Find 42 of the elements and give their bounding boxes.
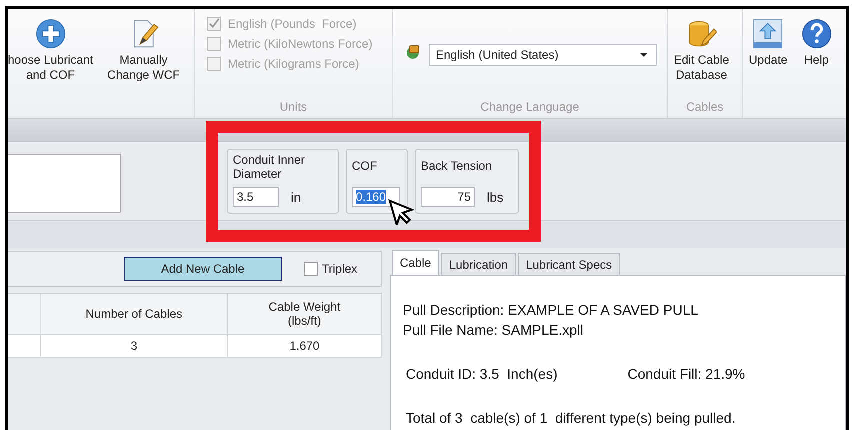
- ribbon-button[interactable]: Manually Change WCF: [101, 15, 186, 93]
- group-label: Change Language: [480, 99, 580, 116]
- language-dropdown[interactable]: English (United States): [429, 44, 657, 66]
- database-pencil-icon: [686, 19, 717, 49]
- table-cell: 1.670: [228, 335, 382, 357]
- parameter-label: COF: [352, 158, 378, 173]
- checkbox-label: English (Pounds Force): [228, 17, 357, 31]
- text-field[interactable]: [8, 154, 121, 213]
- checkbox-label: Metric (KiloNewtons Force): [228, 37, 373, 51]
- help-icon: [802, 19, 832, 49]
- info-text: Pull Description: EXAMPLE OF A SAVED PULL: [403, 301, 700, 320]
- mouse-pointer-icon: [388, 199, 414, 225]
- parameter-label: Conduit Inner Diameter: [233, 153, 306, 181]
- info-text: Conduit ID: 3.5 Inch(es): [406, 365, 558, 384]
- column-header[interactable]: Number of Cables: [40, 294, 228, 334]
- add-new-cable-button[interactable]: Add New Cable: [124, 257, 282, 281]
- tab[interactable]: Cable: [392, 250, 440, 275]
- group-label: Units: [278, 99, 308, 116]
- edit-cable-database-button[interactable]: Edit Cable Database: [668, 15, 736, 93]
- ribbon-button[interactable]: Update: [743, 15, 794, 93]
- dropdown-caret-icon: [640, 53, 648, 57]
- globe-icon: [405, 44, 421, 60]
- ribbon-button[interactable]: Help: [796, 15, 838, 93]
- column-header[interactable]: [8, 294, 41, 334]
- tab[interactable]: Lubrication: [441, 253, 516, 275]
- info-text: Pull File Name: SAMPLE.xpll: [403, 321, 585, 340]
- tab[interactable]: Lubricant Specs: [518, 253, 620, 275]
- table-cell: 3: [40, 335, 228, 357]
- parameter-label: Back Tension: [421, 158, 494, 173]
- ribbon-button[interactable]: hoose Lubricant and COF: [8, 15, 100, 93]
- unit-label: lbs: [487, 190, 504, 204]
- group-label: Cables: [685, 99, 725, 116]
- parameter-input[interactable]: 75: [421, 187, 475, 207]
- parameter-input[interactable]: 0.160: [352, 187, 400, 207]
- triplex-checkbox[interactable]: Triplex: [304, 262, 358, 276]
- info-text: Total of 3 cable(s) of 1 different type(s) being pulled.: [405, 409, 737, 428]
- checkbox-label: Metric (Kilograms Force): [228, 57, 360, 71]
- unit-label: in: [291, 190, 302, 204]
- plus-icon: [36, 19, 66, 49]
- info-text: Conduit Fill: 21.9%: [628, 365, 746, 384]
- column-header[interactable]: Cable Weight (lbs/ft): [228, 294, 382, 334]
- parameter-input[interactable]: 3.5: [233, 187, 279, 207]
